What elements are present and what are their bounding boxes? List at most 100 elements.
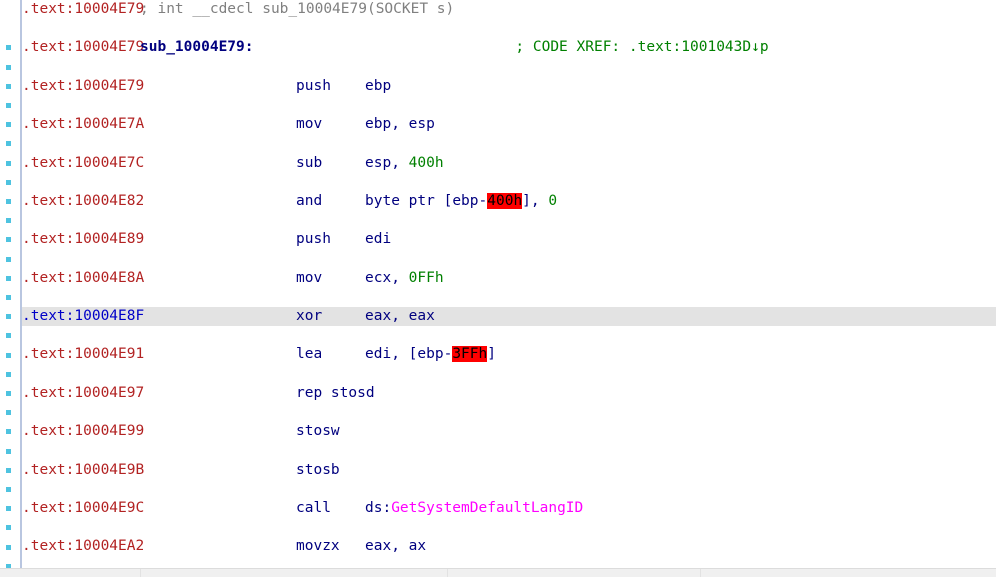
numeric-literal: 0 xyxy=(548,192,558,209)
flow-arrows-gutter xyxy=(0,0,20,569)
function-label: sub_10004E79: xyxy=(140,39,254,56)
instruction-mnemonic: xor xyxy=(296,308,323,325)
disassembly-line[interactable]: .text:10004EA2 movzx eax, ax xyxy=(22,537,996,556)
flow-marker-dot xyxy=(6,141,11,147)
flow-marker-dot xyxy=(6,275,11,281)
api-call-name: GetSystemDefaultLangID xyxy=(391,500,584,517)
numeric-literal: 0FFh xyxy=(408,269,444,286)
disassembly-line[interactable]: .text:10004E79 push ebp xyxy=(22,77,996,96)
instruction-mnemonic: stosw xyxy=(296,423,340,440)
flow-marker-dot xyxy=(6,256,11,262)
instruction-mnemonic: stosb xyxy=(296,461,340,478)
disassembly-line[interactable]: .text:10004E9B stosb xyxy=(22,461,996,480)
instruction-mnemonic: rep stosd xyxy=(296,384,375,401)
disassembly-line[interactable]: .text:10004E97 rep stosd xyxy=(22,384,996,403)
disassembly-line[interactable]: .text:10004E79 sub_10004E79: ; CODE XREF:… xyxy=(22,38,996,57)
disassembly-line[interactable]: .text:10004E99 stosw xyxy=(22,422,996,441)
horizontal-scrollbar[interactable] xyxy=(0,568,996,577)
flow-marker-dot xyxy=(6,83,11,89)
line-address: .text:10004E8A xyxy=(22,269,145,286)
auto-comment: ; int __cdecl sub_10004E79(SOCKET s) xyxy=(140,1,455,17)
disassembly-line[interactable]: .text:10004E7C sub esp, 400h xyxy=(22,154,996,173)
line-address: .text:10004E7C xyxy=(22,154,145,171)
line-address: .text:10004E79 xyxy=(22,77,145,94)
operand-token: eax, eax xyxy=(365,308,435,325)
disassembly-listing[interactable]: .text:10004E79; int __cdecl sub_10004E79… xyxy=(22,0,996,569)
line-address: .text:10004E82 xyxy=(22,192,145,209)
line-address: .text:10004E7A xyxy=(22,116,145,133)
line-address: .text:10004E9B xyxy=(22,461,145,478)
instruction-operands: eax, eax xyxy=(365,307,435,326)
operand-token: edi xyxy=(365,231,392,248)
line-address: .text:10004EA2 xyxy=(22,538,145,555)
operand-token: eax, ax xyxy=(365,538,427,555)
scrollbar-tick xyxy=(140,569,141,577)
line-address: .text:10004E79 xyxy=(22,1,145,17)
instruction-mnemonic: push xyxy=(296,77,331,94)
operand-token: - xyxy=(478,192,488,209)
flow-marker-dot xyxy=(6,64,11,70)
line-address: .text:10004E99 xyxy=(22,423,145,440)
flow-marker-dot xyxy=(6,199,11,204)
instruction-operands: ebp xyxy=(365,77,391,96)
disassembly-line[interactable]: .text:10004E9C call ds:GetSystemDefaultLan… xyxy=(22,499,996,518)
instruction-mnemonic: mov xyxy=(296,269,323,286)
instruction-operands: ds:GetSystemDefaultLangID xyxy=(365,499,583,518)
operand-token: ebp xyxy=(452,192,479,209)
disassembly-line[interactable]: .text:10004E79; int __cdecl sub_10004E79… xyxy=(22,0,996,19)
instruction-mnemonic: and xyxy=(296,192,323,209)
flow-marker-dot xyxy=(6,487,11,492)
operand-token: ebp xyxy=(365,77,392,94)
disassembly-line[interactable]: .text:10004E89 push edi xyxy=(22,230,996,249)
flow-marker-dot xyxy=(6,103,11,108)
numeric-literal: 400h xyxy=(408,154,444,171)
operand-token: esp, xyxy=(365,154,409,171)
operand-token: ecx, xyxy=(365,269,409,286)
scrollbar-tick xyxy=(447,569,448,577)
flow-marker-dot xyxy=(6,295,11,300)
operand-token: ] xyxy=(487,346,496,363)
flow-marker-dot xyxy=(6,467,11,473)
disassembly-line[interactable]: .text:10004E82 and byte ptr [ebp-400h], 0 xyxy=(22,192,996,211)
horizontal-scrollbar-thumb[interactable] xyxy=(0,569,558,577)
flow-marker-dot xyxy=(6,429,11,435)
line-address: .text:10004E97 xyxy=(22,384,145,401)
highlighted-operand: 400h xyxy=(487,192,523,209)
listing-annotation: ; int __cdecl sub_10004E79(SOCKET s) xyxy=(140,0,454,19)
operand-token: byte ptr [ xyxy=(365,192,453,209)
instruction-mnemonic: movzx xyxy=(296,538,340,555)
instruction-operands: edi, [ebp-3FFh] xyxy=(365,345,496,364)
operand-token xyxy=(254,39,516,55)
flow-marker-dot xyxy=(6,333,11,339)
operand-token: ], xyxy=(522,192,549,209)
instruction-operands: byte ptr [ebp-400h], 0 xyxy=(365,192,557,211)
disassembly-line[interactable]: .text:10004E7A mov ebp, esp xyxy=(22,115,996,134)
line-address: .text:10004E79 xyxy=(22,39,145,56)
flow-marker-dot xyxy=(6,45,11,51)
instruction-mnemonic: call xyxy=(296,500,331,517)
flow-marker-dot xyxy=(6,506,11,512)
flow-marker-dot xyxy=(6,371,11,377)
operand-token: ds: xyxy=(365,500,392,517)
disassembly-line[interactable]: .text:10004E8F xor eax, eax xyxy=(22,307,996,327)
instruction-mnemonic: sub xyxy=(296,154,323,171)
flow-marker-dot xyxy=(6,410,11,416)
disassembly-line[interactable]: .text:10004E91 lea edi, [ebp-3FFh] xyxy=(22,345,996,364)
line-address: .text:10004E8F xyxy=(22,308,145,325)
instruction-mnemonic: mov xyxy=(296,116,323,133)
flow-marker-dot xyxy=(6,314,11,320)
flow-marker-dot xyxy=(6,122,11,128)
flow-marker-dot xyxy=(6,391,11,396)
disassembly-view[interactable]: .text:10004E79; int __cdecl sub_10004E79… xyxy=(0,0,996,577)
flow-marker-dot xyxy=(6,448,11,454)
flow-marker-dot xyxy=(6,179,11,185)
line-address: .text:10004E91 xyxy=(22,346,145,363)
instruction-operands: edi xyxy=(365,230,391,249)
instruction-operands: ecx, 0FFh xyxy=(365,269,444,288)
operand-token: ebp, esp xyxy=(365,116,435,133)
flow-marker-dot xyxy=(6,352,11,358)
flow-marker-dot xyxy=(6,160,11,166)
disassembly-line[interactable]: .text:10004E8A mov ecx, 0FFh xyxy=(22,269,996,288)
listing-annotation: sub_10004E79: ; CODE XREF: .text:1001043… xyxy=(140,38,769,57)
instruction-mnemonic: lea xyxy=(296,346,323,363)
